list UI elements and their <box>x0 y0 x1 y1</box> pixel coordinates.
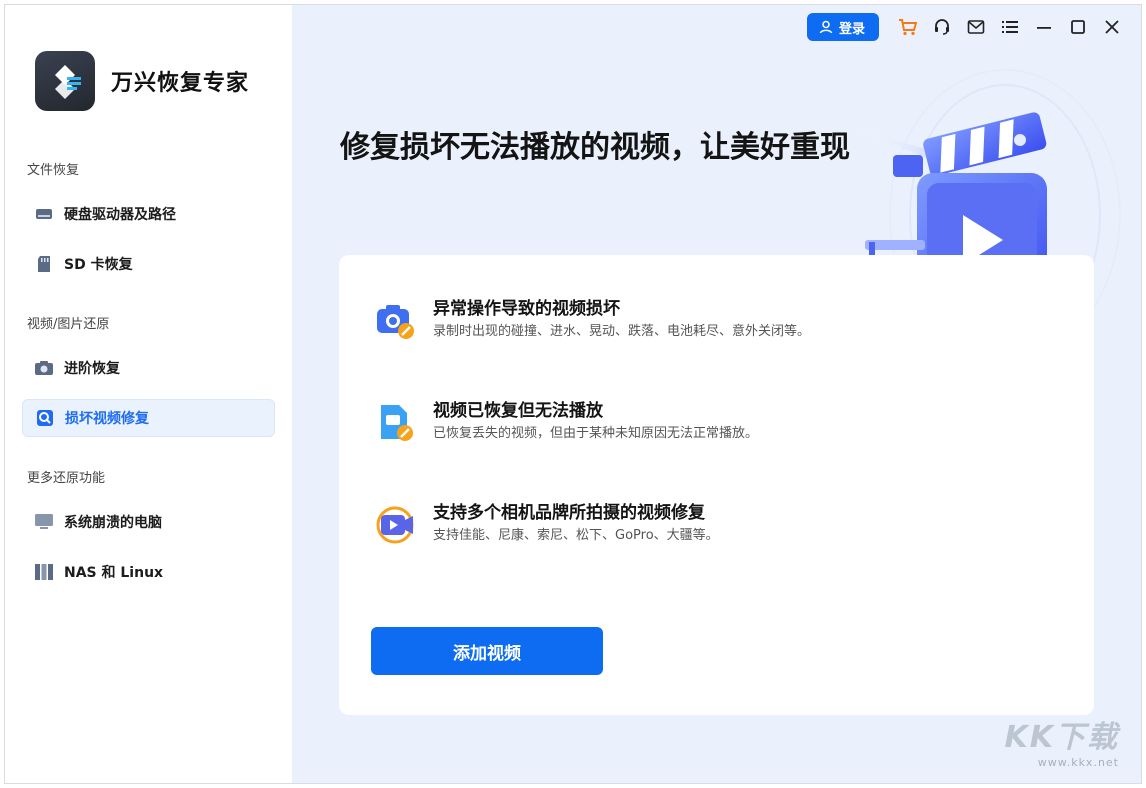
app-logo-icon <box>35 51 95 111</box>
feature-desc: 已恢复丢失的视频，但由于某种未知原因无法正常播放。 <box>433 426 759 441</box>
feature-desc: 录制时出现的碰撞、进水、晃动、跌落、电池耗尽、意外关闭等。 <box>433 324 811 339</box>
maximize-icon[interactable] <box>1061 10 1095 44</box>
sidebar-item-video-repair[interactable]: 损坏视频修复 <box>22 399 275 437</box>
feature-desc: 支持佳能、尼康、索尼、松下、GoPro、大疆等。 <box>433 528 719 543</box>
login-button[interactable]: 登录 <box>806 13 879 41</box>
nas-icon <box>34 562 54 582</box>
feature-title: 视频已恢复但无法播放 <box>433 401 603 421</box>
title-bar: 登录 <box>806 5 1141 49</box>
app-title: 万兴恢复专家 <box>111 71 250 96</box>
feature-card: 异常操作导致的视频损坏 录制时出现的碰撞、进水、晃动、跌落、电池耗尽、意外关闭等… <box>339 255 1094 715</box>
feature-title: 支持多个相机品牌所拍摄的视频修复 <box>433 503 705 523</box>
cart-icon[interactable] <box>891 10 925 44</box>
minimize-icon[interactable] <box>1027 10 1061 44</box>
hard-drive-icon <box>34 204 54 224</box>
camera-repair-icon <box>373 299 417 343</box>
sidebar-item-label: NAS 和 Linux <box>64 565 164 581</box>
brand: 万兴恢复专家 <box>35 51 249 111</box>
camera-icon <box>34 358 54 378</box>
multi-camera-icon <box>373 503 417 547</box>
sidebar-item-label: 硬盘驱动器及路径 <box>64 207 176 223</box>
watermark-url: www.kkx.net <box>1037 756 1119 769</box>
mail-icon[interactable] <box>959 10 993 44</box>
sidebar-item-crashed-pc[interactable]: 系统崩溃的电脑 <box>22 503 275 541</box>
page-title: 修复损坏无法播放的视频，让美好重现 <box>340 130 850 165</box>
sidebar-item-label: 进阶恢复 <box>64 361 120 377</box>
sidebar-item-nas-linux[interactable]: NAS 和 Linux <box>22 553 275 591</box>
feature-item: 异常操作导致的视频损坏 录制时出现的碰撞、进水、晃动、跌落、电池耗尽、意外关闭等… <box>373 297 810 343</box>
headset-icon[interactable] <box>925 10 959 44</box>
video-repair-icon <box>35 408 55 428</box>
feature-item: 视频已恢复但无法播放 已恢复丢失的视频，但由于某种未知原因无法正常播放。 <box>373 399 758 445</box>
sidebar-item-sd-card[interactable]: SD 卡恢复 <box>22 245 275 283</box>
sidebar-item-label: 系统崩溃的电脑 <box>64 515 162 531</box>
sd-card-icon <box>34 254 54 274</box>
login-label: 登录 <box>838 21 865 37</box>
sidebar-item-label: 损坏视频修复 <box>65 411 149 427</box>
menu-icon[interactable] <box>993 10 1027 44</box>
file-repair-icon <box>373 401 417 445</box>
watermark-text: KK下载 <box>1004 720 1119 755</box>
sidebar-item-hard-drive[interactable]: 硬盘驱动器及路径 <box>22 195 275 233</box>
sidebar-item-advanced-recovery[interactable]: 进阶恢复 <box>22 349 275 387</box>
close-icon[interactable] <box>1095 10 1129 44</box>
user-icon <box>819 20 833 34</box>
sidebar-item-label: SD 卡恢复 <box>64 257 133 273</box>
watermark: KK下载 www.kkx.net <box>1005 712 1120 769</box>
feature-item: 支持多个相机品牌所拍摄的视频修复 支持佳能、尼康、索尼、松下、GoPro、大疆等… <box>373 501 719 547</box>
app-window: 万兴恢复专家 文件恢复 硬盘驱动器及路径 SD 卡恢复 视频/图片还原 进阶恢复 <box>4 4 1142 784</box>
monitor-icon <box>34 512 54 532</box>
section-label-video-photo: 视频/图片还原 <box>27 317 110 332</box>
feature-title: 异常操作导致的视频损坏 <box>433 299 620 319</box>
add-video-button[interactable]: 添加视频 <box>371 627 603 675</box>
sidebar: 万兴恢复专家 文件恢复 硬盘驱动器及路径 SD 卡恢复 视频/图片还原 进阶恢复 <box>5 5 292 783</box>
section-label-file-recovery: 文件恢复 <box>27 163 80 178</box>
section-label-more: 更多还原功能 <box>27 471 106 486</box>
